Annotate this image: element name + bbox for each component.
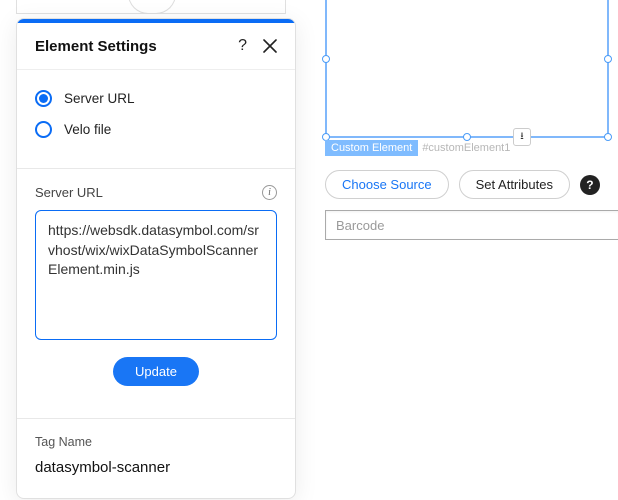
radio-icon xyxy=(35,90,52,107)
download-icon[interactable]: ⭳ xyxy=(513,128,531,146)
resize-handle-bottom-right[interactable] xyxy=(604,133,612,141)
resize-handle-right[interactable] xyxy=(604,55,612,63)
help-icon[interactable]: ? xyxy=(580,175,600,195)
set-attributes-button[interactable]: Set Attributes xyxy=(459,170,570,199)
resize-handle-left[interactable] xyxy=(322,55,330,63)
radio-velo-file[interactable]: Velo file xyxy=(35,121,277,138)
radio-label: Server URL xyxy=(64,91,135,106)
element-badges: Custom Element #customElement1 xyxy=(325,140,514,156)
element-type-badge: Custom Element xyxy=(325,140,418,156)
panel-help-icon[interactable]: ? xyxy=(238,37,247,55)
close-icon[interactable] xyxy=(263,39,277,53)
tag-name-section: Tag Name datasymbol-scanner xyxy=(17,419,295,498)
tag-name-label: Tag Name xyxy=(35,435,277,449)
radio-icon xyxy=(35,121,52,138)
source-type-radio-group: Server URL Velo file xyxy=(17,70,295,168)
element-toolbar: Choose Source Set Attributes ? xyxy=(325,170,600,199)
radio-label: Velo file xyxy=(64,122,111,137)
barcode-input[interactable] xyxy=(325,210,618,240)
panel-title: Element Settings xyxy=(35,38,238,55)
element-settings-panel: Element Settings ? Server URL Velo file … xyxy=(16,18,296,499)
panel-header: Element Settings ? xyxy=(17,23,295,70)
radio-server-url[interactable]: Server URL xyxy=(35,90,277,107)
server-url-label: Server URL xyxy=(35,185,103,200)
element-id-badge: #customElement1 xyxy=(418,140,514,156)
server-url-input[interactable] xyxy=(35,210,277,340)
info-icon[interactable]: i xyxy=(262,185,277,200)
tag-name-value: datasymbol-scanner xyxy=(35,459,277,476)
custom-element-box[interactable]: ⭳ xyxy=(325,0,609,138)
server-url-section: Server URL i Update xyxy=(17,169,295,418)
choose-source-button[interactable]: Choose Source xyxy=(325,170,449,199)
update-button[interactable]: Update xyxy=(113,357,199,386)
